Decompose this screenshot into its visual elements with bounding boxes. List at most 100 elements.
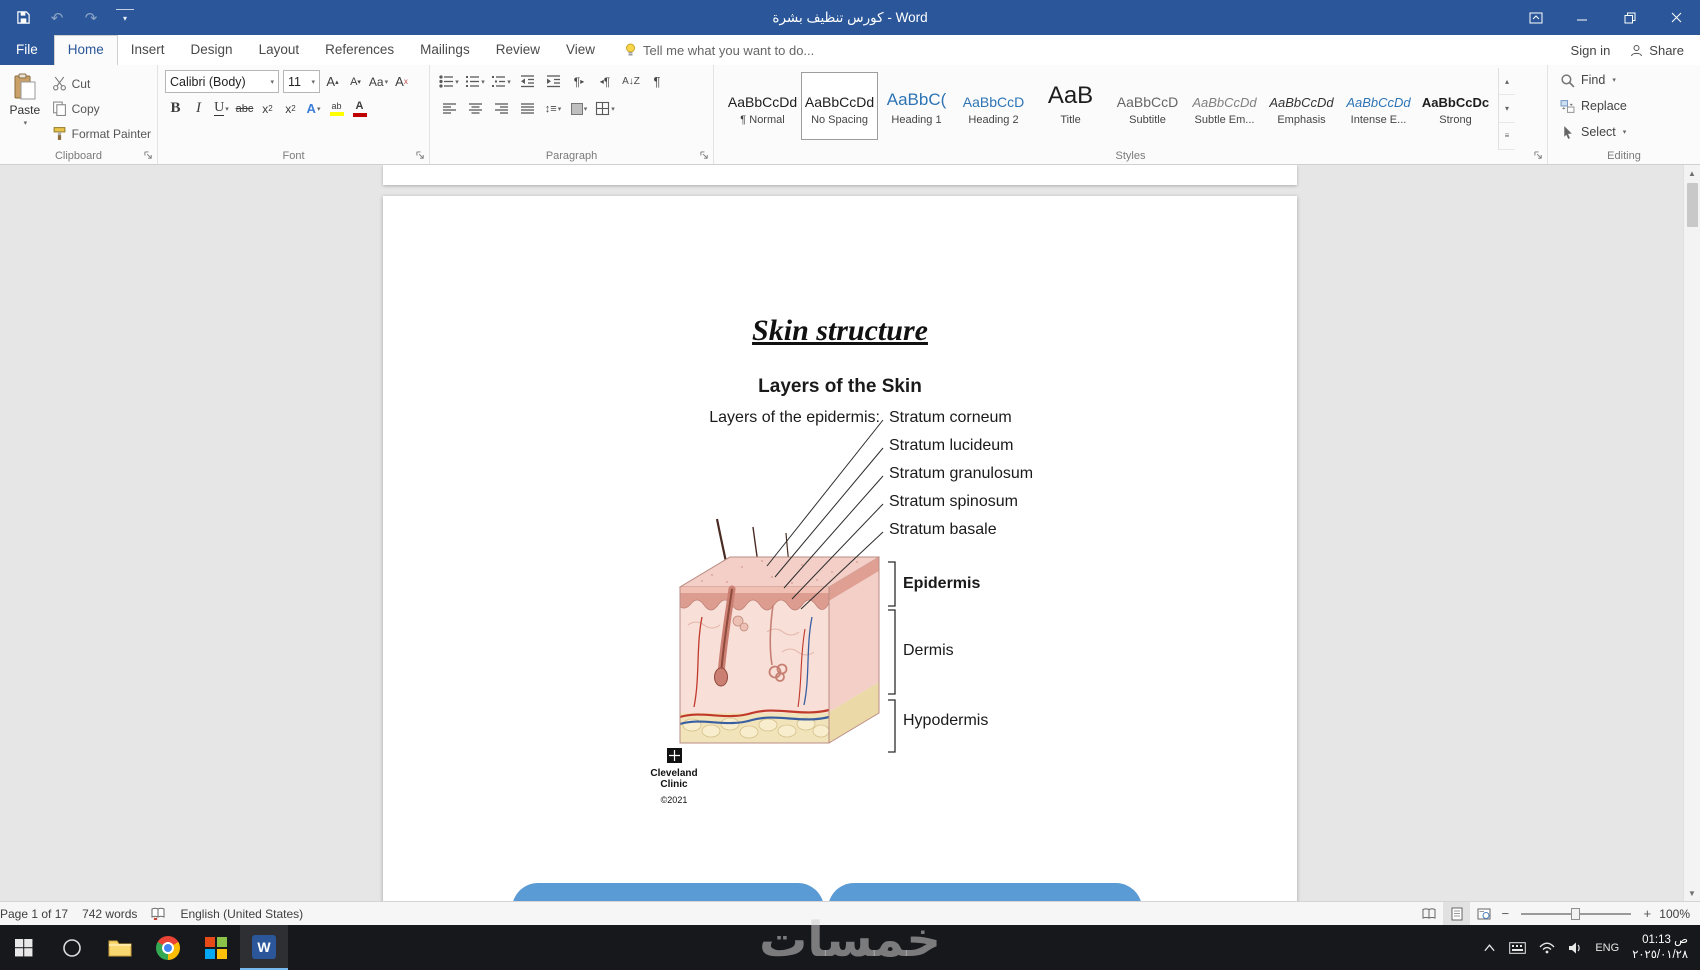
style-card-title[interactable]: AaB Title <box>1032 72 1109 140</box>
justify-button[interactable] <box>515 97 539 120</box>
styles-scroll-up-button[interactable]: ▴ <box>1499 68 1515 96</box>
style-card-subtitle[interactable]: AaBbCcD Subtitle <box>1109 72 1186 140</box>
hidden-icons-chevron[interactable] <box>1483 943 1496 952</box>
media-app-button[interactable] <box>192 925 240 970</box>
undo-button[interactable]: ↶ <box>48 9 66 27</box>
show-paragraph-marks-button[interactable]: ¶ <box>645 70 669 93</box>
rtl-text-direction-button[interactable]: ◂ ¶ <box>593 70 617 93</box>
web-layout-button[interactable] <box>1470 902 1497 925</box>
document-page[interactable]: Skin structure Layers of the Skin Layers… <box>383 196 1297 901</box>
styles-gallery-more-button[interactable]: ≡ <box>1499 123 1515 150</box>
tell-me-box[interactable]: Tell me what you want to do... <box>624 35 814 65</box>
paste-button[interactable]: Paste ▾ <box>2 68 48 146</box>
text-effects-button[interactable]: A ▾ <box>303 97 324 120</box>
bold-button[interactable]: B <box>165 97 186 120</box>
borders-button[interactable]: ▾ <box>593 97 617 120</box>
sign-in-link[interactable]: Sign in <box>1571 43 1611 58</box>
blue-banner-right[interactable] <box>828 883 1142 901</box>
copy-button[interactable]: Copy <box>48 96 155 121</box>
start-button[interactable] <box>0 925 48 970</box>
find-button[interactable]: Find ▾ <box>1550 67 1698 93</box>
style-card-strong[interactable]: AaBbCcDc Strong <box>1417 72 1494 140</box>
style-card-intense-emphasis[interactable]: AaBbCcDd Intense E... <box>1340 72 1417 140</box>
align-center-button[interactable] <box>463 97 487 120</box>
subscript-button[interactable]: x2 <box>257 97 278 120</box>
style-card-normal[interactable]: AaBbCcDd ¶ Normal <box>724 72 801 140</box>
wifi-icon[interactable] <box>1539 942 1555 954</box>
zoom-out-button[interactable]: − <box>1497 906 1513 921</box>
blue-banner-left[interactable] <box>512 883 824 901</box>
save-button[interactable] <box>14 9 32 27</box>
word-count[interactable]: 742 words <box>75 902 144 925</box>
proofing-status[interactable] <box>144 902 173 925</box>
decrease-indent-button[interactable] <box>515 70 539 93</box>
zoom-slider[interactable] <box>1521 907 1632 920</box>
style-card-no-spacing[interactable]: AaBbCcDd No Spacing <box>801 72 878 140</box>
tab-view[interactable]: View <box>553 35 608 65</box>
clear-formatting-button[interactable]: Ax <box>391 70 412 93</box>
style-card-heading1[interactable]: AaBbC(Heading 1 <box>878 72 955 140</box>
print-layout-button[interactable] <box>1443 902 1471 925</box>
chrome-button[interactable] <box>144 925 192 970</box>
page-indicator[interactable]: Page 1 of 17 <box>0 902 75 925</box>
align-left-button[interactable] <box>437 97 461 120</box>
align-right-button[interactable] <box>489 97 513 120</box>
style-card-subtle-emphasis[interactable]: AaBbCcDd Subtle Em... <box>1186 72 1263 140</box>
scrollbar-thumb[interactable] <box>1686 183 1698 227</box>
scroll-down-arrow[interactable]: ▼ <box>1684 885 1700 901</box>
language-indicator[interactable]: English (United States) <box>173 902 310 925</box>
strikethrough-button[interactable]: abc <box>234 97 255 120</box>
select-button[interactable]: Select ▾ <box>1550 119 1698 145</box>
change-case-button[interactable]: Aa ▾ <box>368 70 389 93</box>
previous-page-edge[interactable] <box>383 165 1297 185</box>
search-button[interactable] <box>48 925 96 970</box>
italic-button[interactable]: I <box>188 97 209 120</box>
tab-design[interactable]: Design <box>178 35 246 65</box>
shading-button[interactable]: ▾ <box>567 97 591 120</box>
shrink-font-button[interactable]: A ▾ <box>345 70 366 93</box>
bullets-button[interactable]: ▾ <box>437 70 461 93</box>
redo-button[interactable]: ↷ <box>82 9 100 27</box>
font-color-button[interactable]: A <box>349 97 370 120</box>
tab-references[interactable]: References <box>312 35 407 65</box>
tab-file[interactable]: File <box>0 35 54 65</box>
zoom-in-button[interactable]: + <box>1639 906 1655 921</box>
increase-indent-button[interactable] <box>541 70 565 93</box>
tab-review[interactable]: Review <box>483 35 553 65</box>
format-painter-button[interactable]: Format Painter <box>48 121 155 146</box>
underline-button[interactable]: U ▾ <box>211 97 232 120</box>
replace-button[interactable]: Replace <box>1550 93 1698 119</box>
tab-insert[interactable]: Insert <box>118 35 178 65</box>
tab-mailings[interactable]: Mailings <box>407 35 483 65</box>
word-taskbar-button[interactable]: W <box>240 925 288 970</box>
cut-button[interactable]: Cut <box>48 71 155 96</box>
document-heading[interactable]: Skin structure <box>383 314 1297 348</box>
minimize-button[interactable] <box>1559 0 1606 35</box>
ltr-text-direction-button[interactable]: ¶ ▸ <box>567 70 591 93</box>
scroll-up-arrow[interactable]: ▲ <box>1684 165 1700 181</box>
zoom-level[interactable]: 100% <box>1655 907 1700 921</box>
restore-button[interactable] <box>1606 0 1653 35</box>
customize-quick-access-button[interactable]: ▾ <box>116 8 134 27</box>
vertical-scrollbar[interactable]: ▲ ▼ <box>1683 165 1700 901</box>
taskbar-clock[interactable]: 01:13 ص ٢٠٢٥/٠١/٢٨ <box>1632 933 1688 963</box>
ribbon-display-options-button[interactable] <box>1512 0 1559 35</box>
sort-button[interactable]: A↓Z <box>619 70 643 93</box>
close-button[interactable] <box>1653 0 1700 35</box>
font-size-combobox[interactable]: 11 ▾ <box>283 70 320 93</box>
superscript-button[interactable]: x2 <box>280 97 301 120</box>
read-mode-button[interactable] <box>1416 902 1443 925</box>
share-button[interactable]: Share <box>1630 43 1684 58</box>
style-card-emphasis[interactable]: AaBbCcDd Emphasis <box>1263 72 1340 140</box>
grow-font-button[interactable]: A ▴ <box>322 70 343 93</box>
tab-layout[interactable]: Layout <box>246 35 313 65</box>
font-family-combobox[interactable]: Calibri (Body) ▾ <box>165 70 279 93</box>
zoom-slider-thumb[interactable] <box>1571 907 1581 920</box>
volume-icon[interactable] <box>1568 942 1582 954</box>
styles-scroll-down-button[interactable]: ▾ <box>1499 95 1515 123</box>
line-spacing-button[interactable]: ↕≡ ▾ <box>541 97 565 120</box>
highlight-color-button[interactable]: ab <box>326 97 347 120</box>
tab-home[interactable]: Home <box>53 35 118 65</box>
numbering-button[interactable]: ▾ <box>463 70 487 93</box>
input-language-indicator[interactable]: ENG <box>1595 942 1619 954</box>
